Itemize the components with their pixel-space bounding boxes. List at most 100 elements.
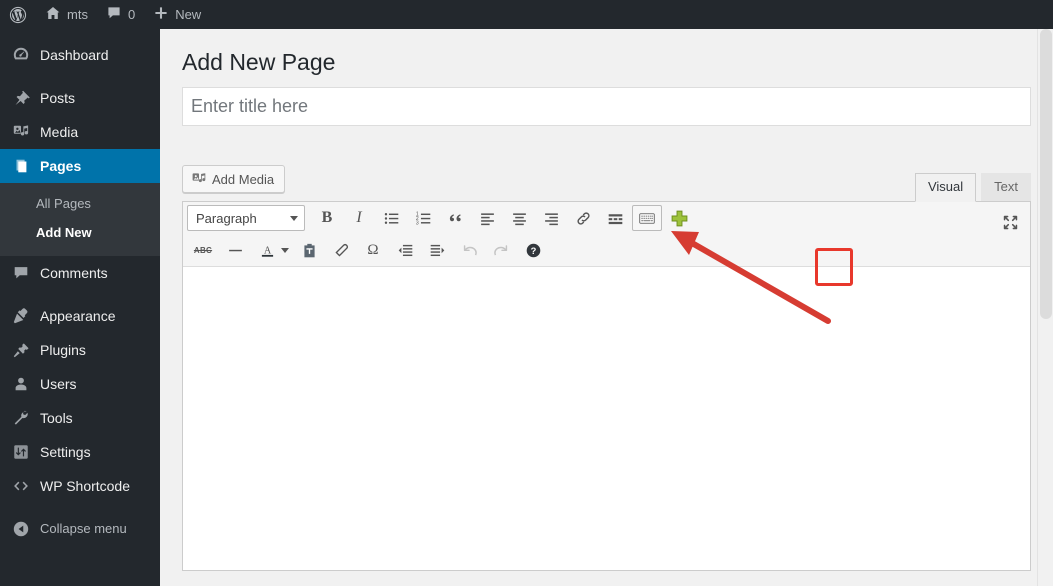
plugins-icon — [11, 340, 31, 360]
blockquote-button[interactable] — [440, 205, 470, 231]
align-left-icon — [479, 210, 496, 227]
admin-sidebar-menu: Dashboard Posts Media Pages All Pages Ad — [0, 29, 168, 586]
omega-icon: Ω — [367, 241, 379, 258]
sidebar-subitem-all-pages[interactable]: All Pages — [0, 190, 160, 219]
sidebar-item-label: Plugins — [40, 341, 86, 358]
plus-icon — [153, 5, 169, 24]
site-name-label: mts — [67, 7, 88, 22]
admin-bar: mts 0 New — [0, 0, 1053, 29]
add-media-label: Add Media — [212, 171, 275, 187]
bulleted-list-button[interactable] — [376, 205, 406, 231]
text-color-button[interactable]: A — [252, 237, 282, 263]
blockquote-icon — [447, 210, 464, 227]
sidebar-item-tools[interactable]: Tools — [0, 401, 160, 435]
sidebar-item-settings[interactable]: Settings — [0, 435, 160, 469]
sidebar-item-label: Settings — [40, 443, 91, 460]
title-field-wrapper — [182, 87, 1031, 126]
italic-button[interactable]: I — [344, 205, 374, 231]
clear-formatting-button[interactable] — [326, 237, 356, 263]
media-icon — [11, 122, 31, 142]
new-content-label: New — [175, 7, 202, 22]
sidebar-item-label: Users — [40, 375, 77, 392]
sidebar-item-label: Tools — [40, 409, 73, 426]
sidebar-item-dashboard[interactable]: Dashboard — [0, 38, 160, 72]
numbered-list-button[interactable]: 1 2 3 — [408, 205, 438, 231]
sidebar-subitem-add-new[interactable]: Add New — [0, 219, 160, 248]
editor-panel: Add Media Visual Text Paragraph B I 1 2 … — [182, 153, 1031, 571]
wrap: Add New Page Add Media Visual Text — [160, 29, 1053, 571]
content-area: Add New Page Add Media Visual Text — [160, 29, 1053, 586]
svg-text:3: 3 — [415, 220, 418, 226]
tab-visual[interactable]: Visual — [914, 173, 977, 202]
bulleted-list-icon — [383, 210, 400, 227]
special-character-button[interactable]: Ω — [358, 237, 388, 263]
sidebar-item-label: Posts — [40, 90, 76, 106]
link-icon — [575, 210, 592, 227]
chevron-down-icon[interactable] — [281, 247, 289, 253]
title-input[interactable] — [182, 87, 1031, 126]
new-content-menu[interactable]: New — [144, 0, 210, 29]
sidebar-item-label: Pages — [40, 158, 82, 174]
read-more-icon — [607, 210, 624, 227]
increase-indent-button[interactable] — [422, 237, 452, 263]
keyboard-shortcuts-help-button[interactable]: ? — [518, 237, 548, 263]
collapse-arrow-icon — [11, 519, 31, 539]
pin-icon — [11, 88, 31, 108]
sidebar-item-comments[interactable]: Comments — [0, 256, 160, 290]
collapse-menu-button[interactable]: Collapse menu — [0, 512, 160, 546]
undo-button[interactable] — [454, 237, 484, 263]
menu-separator — [0, 72, 160, 81]
tab-text[interactable]: Text — [981, 173, 1031, 201]
editor-mode-tabs: Visual Text — [910, 172, 1031, 202]
align-right-button[interactable] — [536, 205, 566, 231]
svg-text:A: A — [263, 245, 271, 256]
sidebar-item-media[interactable]: Media — [0, 115, 160, 149]
wordpress-logo-icon — [9, 6, 27, 24]
format-select[interactable]: Paragraph — [187, 205, 305, 231]
page-scrollbar[interactable] — [1037, 29, 1053, 586]
bold-button[interactable]: B — [312, 205, 342, 231]
editor-toolbar-row-2: ABC A Ω ? — [183, 234, 1030, 266]
outdent-icon — [397, 242, 414, 259]
sidebar-item-label: WP Shortcode — [40, 477, 131, 494]
horizontal-line-button[interactable] — [220, 237, 250, 263]
dashboard-icon — [11, 45, 31, 65]
insert-link-button[interactable] — [568, 205, 598, 231]
sidebar-item-users[interactable]: Users — [0, 367, 160, 401]
strikethrough-button[interactable]: ABC — [188, 237, 218, 263]
sidebar-item-label: Media — [40, 124, 79, 140]
read-more-button[interactable] — [600, 205, 630, 231]
settings-icon — [11, 442, 31, 462]
wordpress-logo-menu[interactable] — [0, 0, 36, 29]
align-left-button[interactable] — [472, 205, 502, 231]
comments-menu[interactable]: 0 — [97, 0, 144, 29]
redo-button[interactable] — [486, 237, 516, 263]
site-name-menu[interactable]: mts — [36, 0, 97, 29]
distraction-free-writing-button[interactable] — [995, 209, 1025, 235]
sidebar-item-label: Appearance — [40, 307, 116, 324]
strikethrough-icon: ABC — [193, 245, 213, 255]
page-title: Add New Page — [182, 49, 336, 75]
keyboard-shortcuts-button[interactable] — [632, 205, 662, 231]
sidebar-item-pages[interactable]: Pages — [0, 149, 168, 183]
eraser-icon — [333, 242, 350, 259]
media-icon — [191, 171, 207, 187]
align-center-button[interactable] — [504, 205, 534, 231]
text-color-split-button[interactable]: A — [251, 236, 293, 264]
scrollbar-thumb[interactable] — [1040, 29, 1052, 319]
collapse-menu-label: Collapse menu — [40, 521, 127, 537]
paste-as-text-button[interactable] — [294, 237, 324, 263]
toolbar-toggle-button[interactable] — [664, 205, 694, 231]
align-center-icon — [511, 210, 528, 227]
editor-container: Paragraph B I 1 2 3 ABC A Ω ? — [182, 201, 1031, 571]
sidebar-item-plugins[interactable]: Plugins — [0, 333, 160, 367]
menu-separator — [0, 290, 160, 299]
decrease-indent-button[interactable] — [390, 237, 420, 263]
editor-content-area[interactable] — [183, 267, 1030, 570]
add-media-button[interactable]: Add Media — [182, 165, 286, 193]
menu-top-spacer — [0, 29, 160, 38]
sidebar-item-appearance[interactable]: Appearance — [0, 299, 160, 333]
sidebar-item-wp-shortcode[interactable]: WP Shortcode — [0, 469, 160, 503]
help-icon: ? — [525, 242, 542, 259]
sidebar-item-posts[interactable]: Posts — [0, 81, 160, 115]
